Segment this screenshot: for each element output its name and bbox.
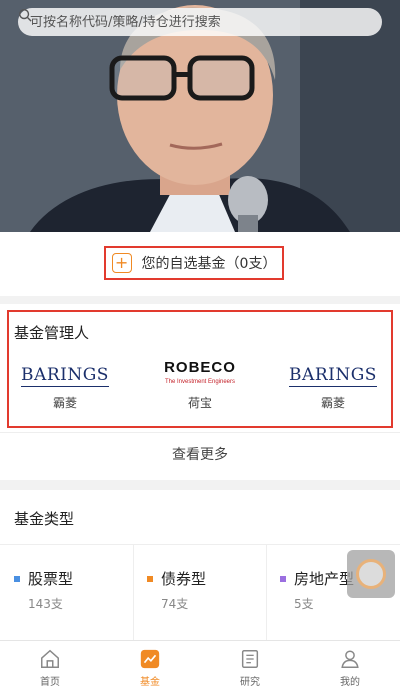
manager-name: 霸菱 — [320, 396, 345, 410]
user-icon — [341, 649, 359, 668]
tab-research[interactable]: 研究 — [200, 641, 300, 694]
floating-assistive-button[interactable] — [347, 550, 395, 598]
barings-logo: BARINGS — [289, 365, 377, 387]
robeco-logo-text: ROBECO — [164, 359, 236, 376]
tab-label: 研究 — [240, 676, 260, 688]
robeco-logo-tagline: The Investment Engineers — [164, 379, 236, 385]
managers-title: 基金管理人 — [14, 324, 90, 342]
fund-home-page: + 您的自选基金（0支） 基金管理人 BARINGS 霸菱 ROBECO The… — [0, 0, 400, 694]
type-color-dot — [14, 575, 20, 582]
watchlist-section: + 您的自选基金（0支） — [0, 232, 400, 296]
research-doc-icon — [241, 649, 259, 668]
robeco-logo: ROBECO The Investment Engineers — [164, 359, 236, 389]
fund-type-label: 房地产型 — [294, 570, 355, 588]
tab-label: 首页 — [40, 676, 60, 688]
search-bar[interactable] — [18, 8, 382, 36]
fund-chart-icon — [140, 649, 160, 668]
type-color-dot — [280, 575, 286, 582]
manager-item-barings[interactable]: BARINGS 霸菱 — [10, 364, 120, 411]
manager-name: 荷宝 — [187, 396, 212, 410]
fund-type-stock[interactable]: 股票型 143支 — [0, 568, 133, 612]
hero-banner[interactable] — [0, 0, 400, 232]
fund-type-count: 143支 — [28, 597, 63, 611]
fund-types-title: 基金类型 — [14, 510, 75, 528]
type-color-dot — [147, 575, 153, 582]
watchlist-label: 您的自选基金（0支） — [141, 256, 277, 272]
assistive-ring-icon — [356, 559, 386, 589]
fund-type-label: 股票型 — [28, 570, 74, 588]
search-input[interactable] — [30, 14, 330, 30]
fund-managers-section: 基金管理人 BARINGS 霸菱 ROBECO The Investment E… — [0, 304, 400, 480]
fund-type-bond[interactable]: 债券型 74支 — [133, 568, 266, 612]
fund-types-section: 基金类型 股票型 143支 债券型 74支 房地产型 5支 — [0, 490, 400, 640]
fund-type-count: 74支 — [161, 597, 189, 611]
bottom-tab-bar: 首页 基金 研究 我的 — [0, 640, 400, 694]
fund-type-label: 债券型 — [161, 570, 207, 588]
divider — [0, 544, 400, 545]
manager-item-barings[interactable]: BARINGS 霸菱 — [278, 364, 388, 411]
home-icon — [41, 649, 59, 668]
plus-icon: + — [111, 253, 132, 273]
tab-mine[interactable]: 我的 — [300, 641, 400, 694]
view-more-button[interactable]: 查看更多 — [0, 444, 400, 464]
tab-label: 我的 — [340, 676, 360, 688]
tab-home[interactable]: 首页 — [0, 641, 100, 694]
tab-label: 基金 — [140, 676, 160, 688]
search-icon — [19, 9, 32, 22]
manager-item-robeco[interactable]: ROBECO The Investment Engineers 荷宝 — [145, 359, 255, 411]
barings-logo: BARINGS — [21, 365, 109, 387]
tab-fund[interactable]: 基金 — [100, 641, 200, 694]
add-watchlist-button[interactable]: + 您的自选基金（0支） — [104, 246, 284, 280]
manager-name: 霸菱 — [52, 396, 77, 410]
divider — [0, 432, 400, 433]
